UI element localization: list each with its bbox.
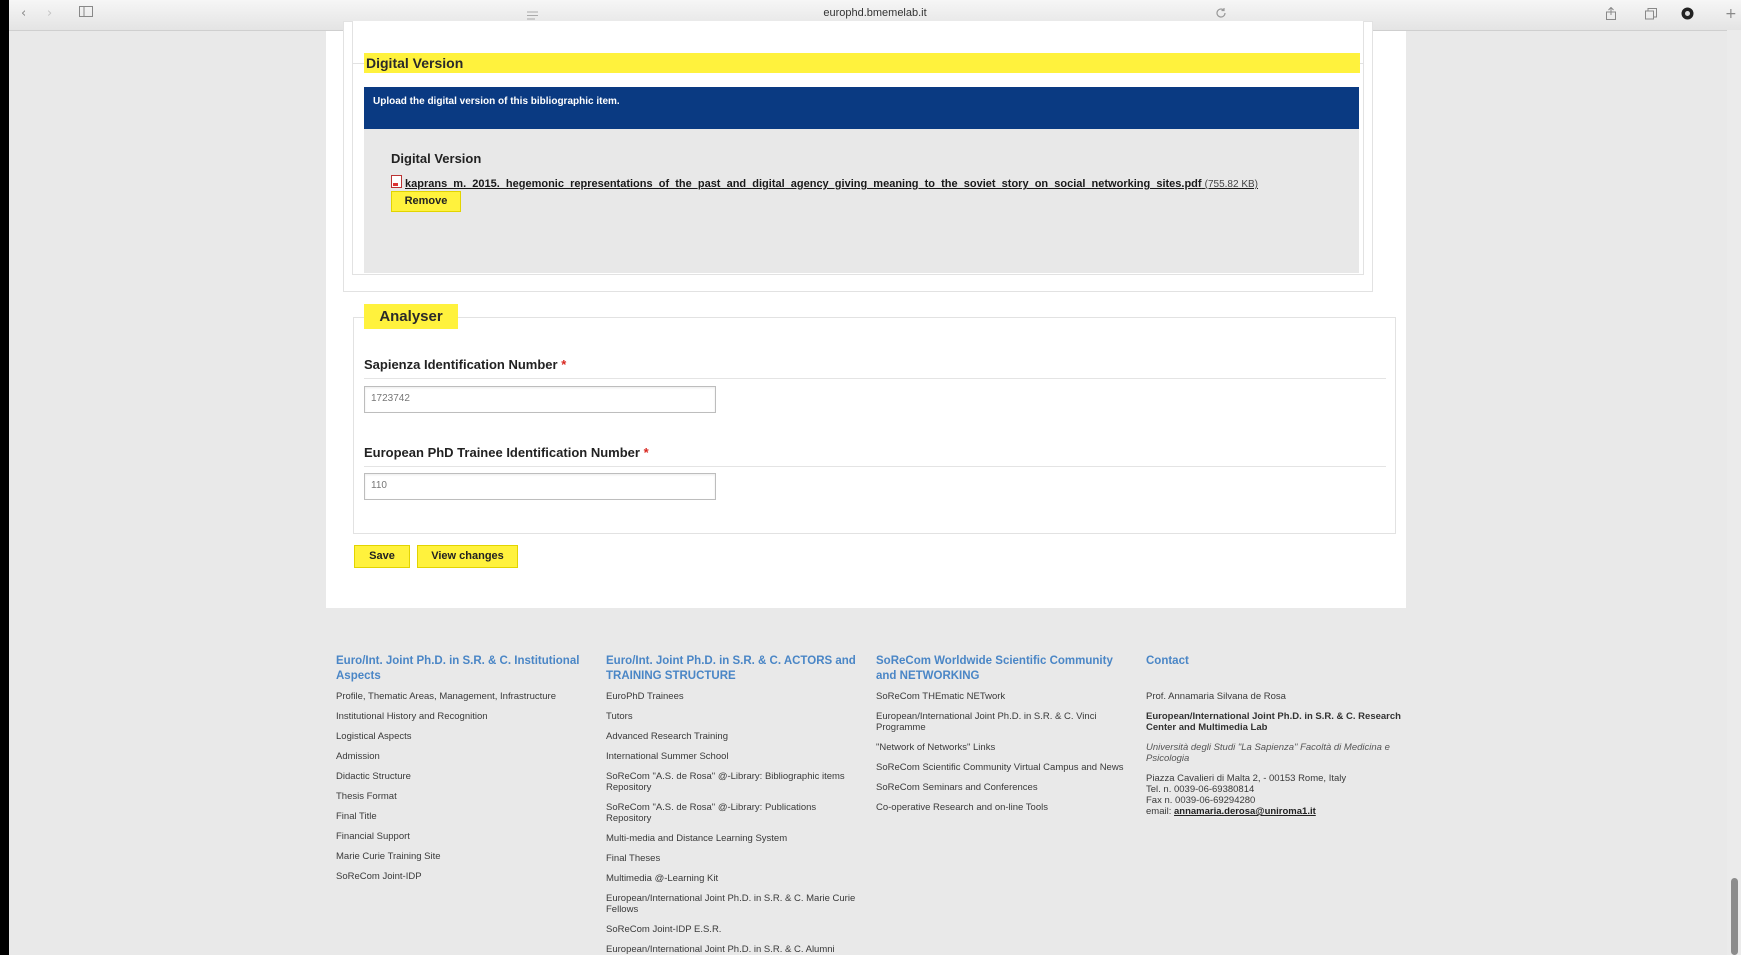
edit-form-page: Digital Version Upload the digital versi… <box>326 21 1406 608</box>
contact-fax: Fax n. 0039-06-69294280 <box>1146 795 1256 806</box>
footer-col-contact: Contact Prof. Annamaria Silvana de Rosa … <box>1146 654 1404 826</box>
save-button[interactable]: Save <box>354 545 410 568</box>
scrollbar-track[interactable] <box>1727 30 1741 955</box>
pdf-file-icon <box>391 175 402 188</box>
footer-link[interactable]: Admission <box>336 751 586 762</box>
footer-link[interactable]: Tutors <box>606 711 864 722</box>
analyser-legend: Analyser <box>364 304 458 329</box>
digital-version-legend: Digital Version <box>364 53 1360 73</box>
footer-link[interactable]: Advanced Research Training <box>606 731 864 742</box>
contact-email-row: email: annamaria.derosa@uniroma1.it <box>1146 806 1404 817</box>
footer-link[interactable]: Financial Support <box>336 831 586 842</box>
analyser-fieldset <box>353 317 1396 534</box>
footer-link[interactable]: SoReCom Seminars and Conferences <box>876 782 1124 793</box>
browser-window: ‹ › europhd.bmemelab.it + Digital Versio… <box>9 0 1741 955</box>
footer-heading[interactable]: SoReCom Worldwide Scientific Community a… <box>876 654 1124 684</box>
digital-version-field-label: Digital Version <box>391 151 482 166</box>
share-icon[interactable] <box>1605 6 1617 25</box>
contact-address: Piazza Cavalieri di Malta 2, - 00153 Rom… <box>1146 773 1347 784</box>
footer-link[interactable]: Marie Curie Training Site <box>336 851 586 862</box>
scrollbar-thumb[interactable] <box>1731 878 1738 955</box>
footer-link[interactable]: Thesis Format <box>336 791 586 802</box>
footer-link[interactable]: Multimedia @-Learning Kit <box>606 873 864 884</box>
footer-link[interactable]: Final Title <box>336 811 586 822</box>
uploaded-file-size: (755.82 KB) <box>1204 179 1259 190</box>
footer-link[interactable]: Logistical Aspects <box>336 731 586 742</box>
footer-link[interactable]: Multi-media and Distance Learning System <box>606 833 864 844</box>
footer-col-actors: Euro/Int. Joint Ph.D. in S.R. & C. ACTOR… <box>606 654 864 955</box>
required-marker: * <box>643 445 649 460</box>
contact-name: Prof. Annamaria Silvana de Rosa <box>1146 691 1286 702</box>
divider <box>364 378 1386 379</box>
footer-heading[interactable]: Euro/Int. Joint Ph.D. in S.R. & C. Insti… <box>336 654 586 684</box>
footer-col-networking: SoReCom Worldwide Scientific Community a… <box>876 654 1124 822</box>
contact-email-link[interactable]: annamaria.derosa@uniroma1.it <box>1174 806 1316 817</box>
footer-link[interactable]: Co-operative Research and on-line Tools <box>876 802 1124 813</box>
footer-link[interactable]: SoReCom Joint-IDP E.S.R. <box>606 924 864 935</box>
footer-link[interactable]: Didactic Structure <box>336 771 586 782</box>
uploaded-file-link[interactable]: kaprans_m._2015._hegemonic_representatio… <box>405 178 1202 190</box>
view-changes-button[interactable]: View changes <box>417 545 518 568</box>
europhd-id-label-text: European PhD Trainee Identification Numb… <box>364 445 640 460</box>
address-bar[interactable]: europhd.bmemelab.it <box>9 7 1741 19</box>
tabs-icon[interactable] <box>1645 8 1657 25</box>
footer-link[interactable]: SoReCom "A.S. de Rosa" @-Library: Biblio… <box>606 771 864 793</box>
footer-link[interactable]: European/International Joint Ph.D. in S.… <box>606 893 864 915</box>
footer-link[interactable]: "Network of Networks" Links <box>876 742 1124 753</box>
footer-link[interactable]: European/International Joint Ph.D. in S.… <box>876 711 1124 733</box>
sapienza-id-label-text: Sapienza Identification Number <box>364 357 558 372</box>
footer-link[interactable]: International Summer School <box>606 751 864 762</box>
footer-link[interactable]: Profile, Thematic Areas, Management, Inf… <box>336 691 586 702</box>
footer-link[interactable]: EuroPhD Trainees <box>606 691 864 702</box>
footer-link[interactable]: Final Theses <box>606 853 864 864</box>
footer-link[interactable]: SoReCom Scientific Community Virtual Cam… <box>876 762 1124 773</box>
uploaded-file-row: kaprans_m._2015._hegemonic_representatio… <box>391 175 1258 190</box>
footer-link[interactable]: Institutional History and Recognition <box>336 711 586 722</box>
footer-link[interactable]: SoReCom Joint-IDP <box>336 871 586 882</box>
digital-version-panel <box>364 129 1359 273</box>
remove-file-button[interactable]: Remove <box>391 191 461 212</box>
footer-heading[interactable]: Contact <box>1146 654 1404 669</box>
sapienza-id-label: Sapienza Identification Number * <box>364 357 566 372</box>
footer-link[interactable]: SoReCom THEmatic NETwork <box>876 691 1124 702</box>
footer-link[interactable]: European/International Joint Ph.D. in S.… <box>606 944 864 955</box>
europhd-id-input[interactable]: 110 <box>364 473 716 500</box>
contact-center: European/International Joint Ph.D. in S.… <box>1146 711 1401 733</box>
divider <box>364 466 1386 467</box>
footer-col-institutional: Euro/Int. Joint Ph.D. in S.R. & C. Insti… <box>336 654 586 891</box>
europhd-id-label: European PhD Trainee Identification Numb… <box>364 445 649 460</box>
contact-university: Università degli Studi "La Sapienza" Fac… <box>1146 742 1390 764</box>
footer-heading[interactable]: Euro/Int. Joint Ph.D. in S.R. & C. ACTOR… <box>606 654 864 684</box>
new-tab-icon[interactable]: + <box>1725 6 1737 22</box>
upload-description-banner: Upload the digital version of this bibli… <box>364 87 1359 129</box>
required-marker: * <box>561 357 567 372</box>
extension-icon[interactable] <box>1681 7 1694 25</box>
contact-tel: Tel. n. 0039-06-69380814 <box>1146 784 1255 795</box>
footer-link[interactable]: SoReCom "A.S. de Rosa" @-Library: Public… <box>606 802 864 824</box>
contact-email-prefix: email: <box>1146 806 1172 817</box>
sapienza-id-input[interactable]: 1723742 <box>364 386 716 413</box>
